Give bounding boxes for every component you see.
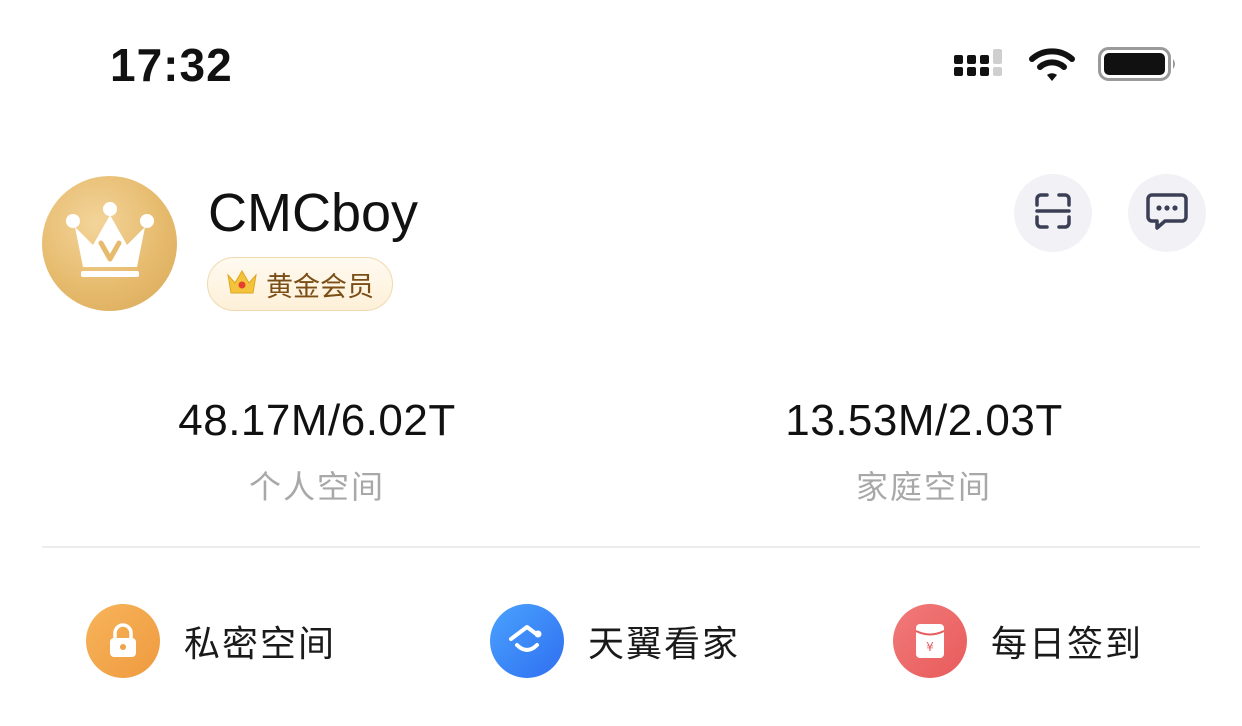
lock-icon bbox=[86, 604, 160, 678]
feature-label: 每日签到 bbox=[991, 623, 1144, 664]
wifi-icon bbox=[1028, 45, 1076, 88]
message-icon bbox=[1145, 191, 1189, 236]
avatar[interactable] bbox=[42, 176, 177, 311]
battery-icon bbox=[1098, 45, 1178, 88]
membership-label: 黄金会员 bbox=[266, 271, 374, 302]
feature-daily-checkin[interactable]: ¥ 每日签到 bbox=[893, 604, 1143, 678]
status-time: 17:32 bbox=[110, 39, 233, 91]
status-icons bbox=[954, 46, 1178, 86]
membership-badge[interactable]: 黄金会员 bbox=[207, 257, 393, 311]
personal-storage-label: 个人空间 bbox=[248, 469, 385, 505]
feature-home-camera[interactable]: 天翼看家 bbox=[490, 604, 740, 678]
signal-icon bbox=[954, 45, 1006, 88]
message-button[interactable] bbox=[1128, 174, 1206, 252]
family-storage-label: 家庭空间 bbox=[855, 469, 992, 505]
personal-storage-value: 48.17M/6.02T bbox=[178, 396, 456, 445]
family-storage[interactable]: 13.53M/2.03T 家庭空间 bbox=[714, 396, 1134, 508]
home-camera-icon bbox=[490, 604, 564, 678]
crown-icon bbox=[226, 267, 258, 302]
feature-label: 私密空间 bbox=[184, 623, 337, 664]
username: CMCboy bbox=[208, 183, 419, 243]
divider bbox=[42, 546, 1200, 548]
personal-storage[interactable]: 48.17M/6.02T 个人空间 bbox=[107, 396, 527, 508]
scan-button[interactable] bbox=[1014, 174, 1092, 252]
svg-text:¥: ¥ bbox=[926, 640, 934, 654]
feature-label: 天翼看家 bbox=[588, 623, 741, 664]
scan-icon bbox=[1033, 191, 1073, 236]
family-storage-value: 13.53M/2.03T bbox=[785, 396, 1063, 445]
red-envelope-icon: ¥ bbox=[893, 604, 967, 678]
crown-v-icon bbox=[65, 201, 155, 286]
feature-private-space[interactable]: 私密空间 bbox=[86, 604, 336, 678]
